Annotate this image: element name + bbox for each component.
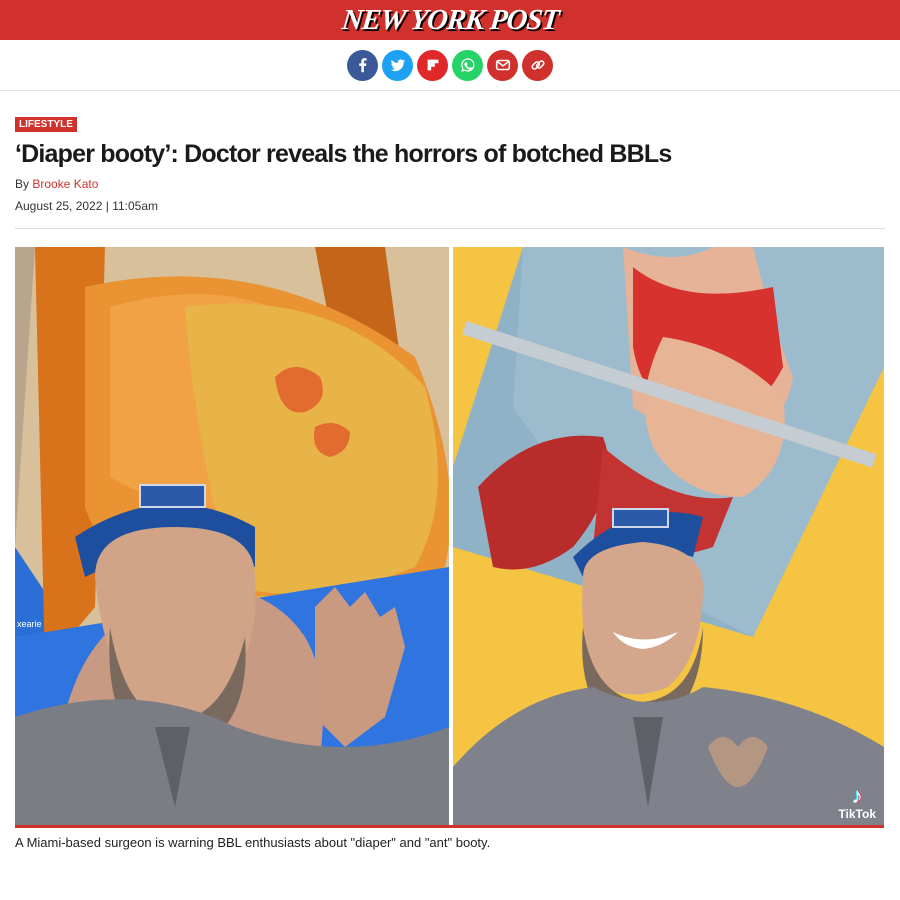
photo-bottom-rule: [15, 825, 884, 828]
tiktok-watermark: ♪ TikTok: [838, 783, 876, 822]
article-photo-left[interactable]: xearie: [15, 247, 449, 827]
diaper-photo-illustration: xearie: [15, 247, 449, 827]
twitter-share-button[interactable]: [382, 49, 413, 81]
whatsapp-icon: [460, 58, 474, 72]
site-logo[interactable]: NEW YORK POST: [340, 4, 560, 37]
tiktok-label: TikTok: [838, 807, 876, 821]
share-bar: [0, 40, 900, 91]
tiktok-icon: ♪: [851, 783, 863, 808]
category-tag[interactable]: LIFESTYLE: [15, 117, 77, 132]
link-icon: [530, 60, 545, 70]
author-link[interactable]: Brooke Kato: [32, 177, 98, 191]
byline-prefix: By: [15, 177, 30, 191]
bodysuit-photo-illustration: [453, 247, 884, 827]
masthead: NEW YORK POST: [0, 0, 900, 40]
article-photo-right[interactable]: ♪ TikTok: [453, 247, 884, 827]
byline: By Brooke Kato: [15, 177, 98, 191]
email-icon: [495, 59, 510, 71]
overlay-text: xearie: [17, 619, 42, 629]
article-headline: ‘Diaper booty’: Doctor reveals the horro…: [15, 140, 672, 168]
divider: [15, 228, 885, 229]
email-share-button[interactable]: [487, 49, 518, 81]
photo-caption: A Miami-based surgeon is warning BBL ent…: [15, 835, 491, 850]
whatsapp-share-button[interactable]: [452, 49, 483, 81]
publish-date: August 25, 2022 | 11:05am: [15, 199, 158, 213]
facebook-icon: [358, 58, 367, 73]
flipboard-icon: [427, 59, 438, 71]
facebook-share-button[interactable]: [347, 49, 378, 81]
twitter-icon: [390, 59, 405, 72]
copy-link-button[interactable]: [522, 49, 553, 81]
flipboard-share-button[interactable]: [417, 49, 448, 81]
